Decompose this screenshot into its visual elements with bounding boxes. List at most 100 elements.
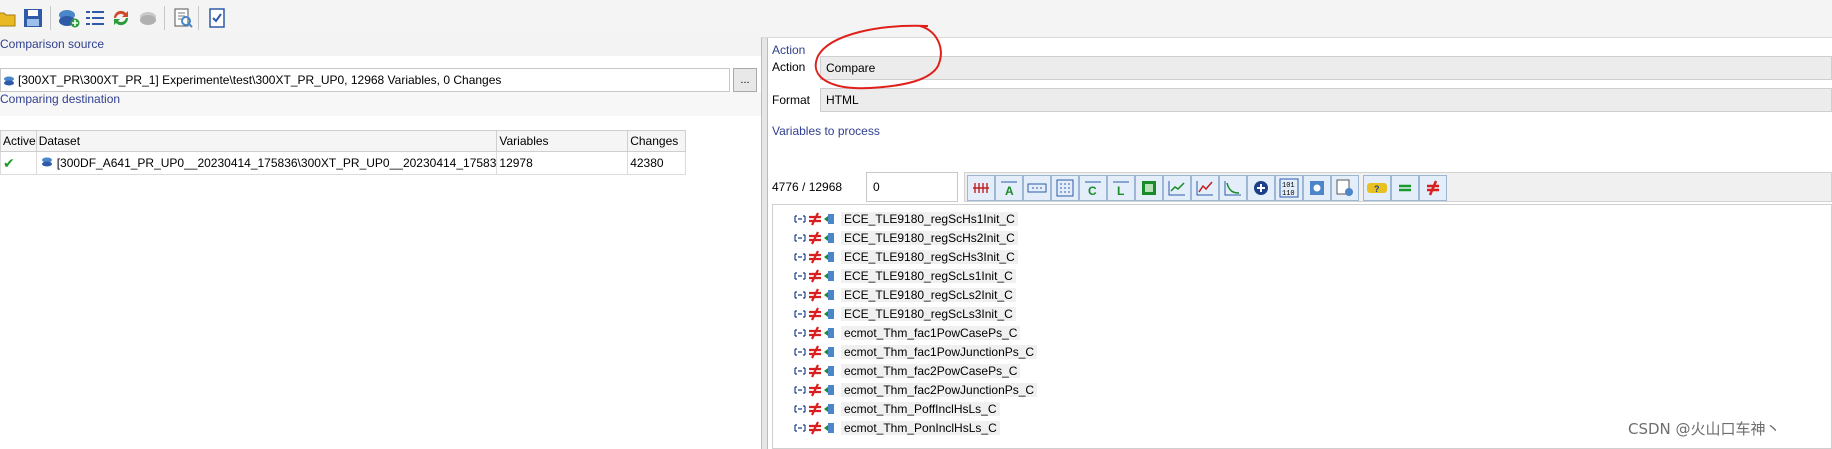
add-icon[interactable] (1247, 175, 1275, 201)
tree-row[interactable]: ECE_TLE9180_regScHs1Init_C (793, 209, 1018, 228)
not-equal-icon (808, 307, 822, 321)
tree-row[interactable]: ECE_TLE9180_regScLs2Init_C (793, 285, 1016, 304)
svg-text:L: L (1117, 184, 1124, 198)
folder-open-icon[interactable] (0, 5, 20, 31)
tree-row[interactable]: ECE_TLE9180_regScLs3Init_C (793, 304, 1016, 323)
dataset-icon (3, 75, 15, 86)
variable-filter-input[interactable]: 0 (866, 172, 958, 202)
expand-icon[interactable] (793, 232, 807, 244)
expand-icon[interactable] (793, 422, 807, 434)
line-chart2-icon[interactable] (1191, 175, 1219, 201)
svg-text:110: 110 (1282, 190, 1295, 198)
comparison-source-field[interactable]: [300XT_PR\300XT_PR_1] Experimente\test\3… (0, 68, 730, 92)
help-icon[interactable]: ? (1363, 175, 1391, 201)
checklist-icon[interactable] (204, 5, 230, 31)
svg-text:A: A (1005, 184, 1014, 198)
config-icon[interactable] (1331, 175, 1359, 201)
save-icon[interactable] (20, 5, 46, 31)
variable-name: ecmot_Thm_fac2PowJunctionPs_C (841, 382, 1038, 397)
source-header-bg (0, 32, 761, 56)
column-header-variables[interactable]: Variables (496, 130, 629, 152)
settings-icon[interactable] (1303, 175, 1331, 201)
variable-icon (823, 345, 835, 359)
tree-row[interactable]: ECE_TLE9180_regScHs2Init_C (793, 228, 1018, 247)
variable-icon (823, 421, 835, 435)
action-select[interactable]: Compare (820, 56, 1832, 80)
variables-section-title: Variables to process (772, 124, 880, 138)
column-header-dataset[interactable]: Dataset (35, 130, 498, 152)
active-check-icon[interactable]: ✔ (0, 151, 37, 175)
variable-icon (823, 269, 835, 283)
not-equal-icon (808, 345, 822, 359)
expand-icon[interactable] (793, 213, 807, 225)
dataset-icon (41, 156, 53, 167)
array-icon[interactable] (1023, 175, 1051, 201)
variable-name: ECE_TLE9180_regScHs3Init_C (841, 249, 1018, 264)
action-label: Action (772, 60, 806, 74)
tree-row[interactable]: ecmot_Thm_fac1PowJunctionPs_C (793, 342, 1038, 361)
panel-splitter[interactable] (761, 38, 768, 449)
variable-name: ecmot_Thm_fac1PowJunctionPs_C (841, 344, 1038, 359)
tree-row[interactable]: ECE_TLE9180_regScLs1Init_C (793, 266, 1016, 285)
variable-icon (823, 212, 835, 226)
add-dataset-icon[interactable] (56, 5, 82, 31)
matrix-icon[interactable] (1051, 175, 1079, 201)
changes-cell: 42380 (627, 151, 686, 175)
not-equal-icon[interactable] (1419, 175, 1447, 201)
browse-source-button[interactable]: ... (733, 68, 757, 92)
expand-icon[interactable] (793, 270, 807, 282)
expand-icon[interactable] (793, 289, 807, 301)
not-equal-icon (808, 383, 822, 397)
list-icon[interactable] (82, 5, 108, 31)
variable-icon (823, 231, 835, 245)
expand-icon[interactable] (793, 327, 807, 339)
tree-row[interactable]: ecmot_Thm_PoffInclHsLs_C (793, 399, 1000, 418)
column-header-changes[interactable]: Changes (627, 130, 686, 152)
expand-icon[interactable] (793, 384, 807, 396)
left-panel: Comparison source [300XT_PR\300XT_PR_1] … (0, 32, 761, 449)
variable-name: ecmot_Thm_PonInclHsLs_C (841, 420, 1000, 435)
expand-icon[interactable] (793, 346, 807, 358)
dataset-cell: [300DF_A641_PR_UP0__20230414_175836\300X… (35, 151, 498, 175)
table-row[interactable]: ✔ [300DF_A641_PR_UP0__20230414_175836\30… (0, 151, 686, 175)
refresh-icon[interactable] (108, 5, 134, 31)
text-var-icon[interactable]: A (995, 175, 1023, 201)
equal-icon[interactable] (1391, 175, 1419, 201)
preview-icon[interactable] (170, 5, 196, 31)
variable-name: ecmot_Thm_fac1PowCasePs_C (841, 325, 1021, 340)
expand-icon[interactable] (793, 308, 807, 320)
comparison-source-title: Comparison source (0, 37, 105, 51)
tree-row[interactable]: ecmot_Thm_fac2PowCasePs_C (793, 361, 1021, 380)
variable-icon (823, 307, 835, 321)
column-header-active[interactable]: Active (0, 130, 37, 152)
variable-toolbar: A C L 101 110 ? (964, 172, 1832, 202)
tree-row[interactable]: ecmot_Thm_PonInclHsLs_C (793, 418, 1000, 437)
line-chart-icon[interactable] (1163, 175, 1191, 201)
format-value: HTML (826, 93, 859, 107)
expand-icon[interactable] (793, 365, 807, 377)
toolbar-separator (50, 6, 51, 30)
tree-row[interactable]: ECE_TLE9180_regScHs3Init_C (793, 247, 1018, 266)
variables-tree: ECE_TLE9180_regScHs1Init_C ECE_TLE9180_re… (772, 204, 1832, 449)
not-equal-icon (808, 288, 822, 302)
curve-c-icon[interactable]: C (1079, 175, 1107, 201)
variable-icon (823, 402, 835, 416)
map-icon[interactable] (1135, 175, 1163, 201)
surface-chart-icon[interactable] (1219, 175, 1247, 201)
not-equal-icon (808, 212, 822, 226)
expand-icon[interactable] (793, 251, 807, 263)
variable-icon (823, 364, 835, 378)
tree-row[interactable]: ecmot_Thm_fac2PowJunctionPs_C (793, 380, 1038, 399)
svg-text:101: 101 (1282, 182, 1295, 190)
curve-l-icon[interactable]: L (1107, 175, 1135, 201)
binary-icon[interactable]: 101 110 (1275, 175, 1303, 201)
tree-row[interactable]: ecmot_Thm_fac1PowCasePs_C (793, 323, 1021, 342)
format-select[interactable]: HTML (820, 88, 1832, 112)
variable-name: ECE_TLE9180_regScHs2Init_C (841, 230, 1018, 245)
svg-text:?: ? (1374, 184, 1380, 194)
variable-icon (823, 288, 835, 302)
filter-icon[interactable] (967, 175, 995, 201)
not-equal-icon (808, 269, 822, 283)
variable-icon (823, 326, 835, 340)
expand-icon[interactable] (793, 403, 807, 415)
